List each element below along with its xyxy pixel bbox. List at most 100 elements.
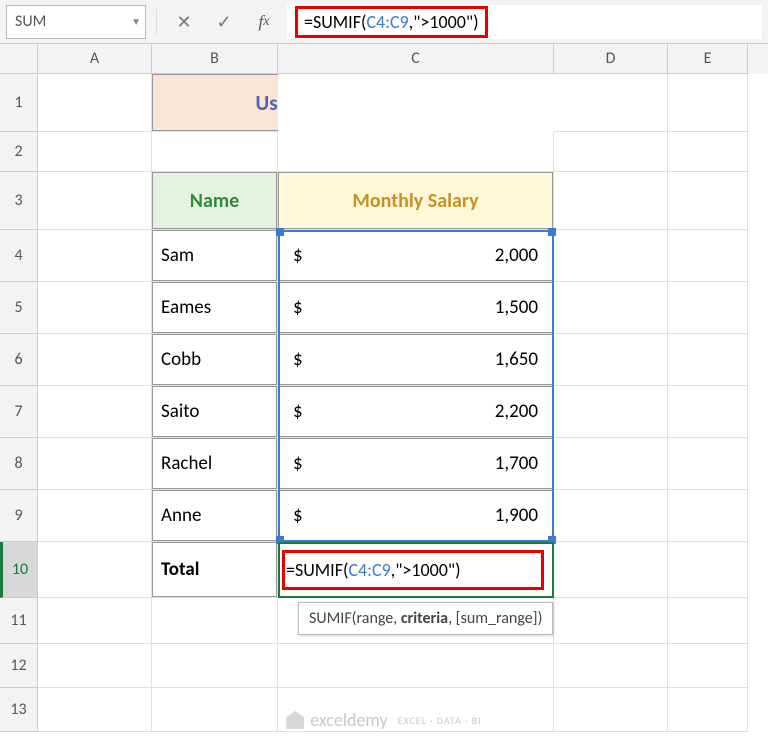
cell-E6[interactable] xyxy=(668,334,748,386)
cell-C9[interactable]: $1,900 xyxy=(278,490,554,542)
cell-C2[interactable] xyxy=(278,132,554,172)
cell-A8[interactable] xyxy=(38,438,152,490)
name-cell: Anne xyxy=(152,490,277,541)
salary-cell: $1,500 xyxy=(278,282,553,333)
active-cell-editor[interactable]: =SUMIF(C4:C9,">1000") xyxy=(278,542,554,598)
cell-B6[interactable]: Cobb xyxy=(152,334,278,386)
cell-A1[interactable] xyxy=(38,74,152,132)
cell-B4[interactable]: Sam xyxy=(152,230,278,282)
cell-C4[interactable]: $2,000 xyxy=(278,230,554,282)
cell-B7[interactable]: Saito xyxy=(152,386,278,438)
cell-A5[interactable] xyxy=(38,282,152,334)
row-header-10[interactable]: 10 xyxy=(0,542,38,598)
cell-E10[interactable] xyxy=(668,542,748,598)
cell-D4[interactable] xyxy=(554,230,668,282)
chevron-down-icon[interactable]: ▼ xyxy=(131,15,141,28)
cell-A7[interactable] xyxy=(38,386,152,438)
cell-B9[interactable]: Anne xyxy=(152,490,278,542)
cell-C5[interactable]: $1,500 xyxy=(278,282,554,334)
formula-bar: SUM ▼ ✕ ✓ fx =SUMIF(C4:C9,">1000") xyxy=(0,0,768,44)
cell-C3[interactable]: Monthly Salary xyxy=(278,172,554,230)
cell-A4[interactable] xyxy=(38,230,152,282)
cell-B8[interactable]: Rachel xyxy=(152,438,278,490)
cell-B3[interactable]: Name xyxy=(152,172,278,230)
name-cell: Saito xyxy=(152,386,277,437)
cell-A11[interactable] xyxy=(38,598,152,644)
cell-D8[interactable] xyxy=(554,438,668,490)
cell-D12[interactable] xyxy=(554,644,668,688)
cell-C12[interactable] xyxy=(278,644,554,688)
header-salary: Monthly Salary xyxy=(278,172,553,229)
cell-A10[interactable] xyxy=(38,542,152,598)
cell-B11[interactable] xyxy=(152,598,278,644)
cell-E2[interactable] xyxy=(668,132,748,172)
salary-cell: $2,200 xyxy=(278,386,553,437)
row-header-1[interactable]: 1 xyxy=(0,74,38,132)
col-header-B[interactable]: B xyxy=(152,44,278,74)
cell-C6[interactable]: $1,650 xyxy=(278,334,554,386)
cell-B5[interactable]: Eames xyxy=(152,282,278,334)
fx-icon[interactable]: fx xyxy=(247,7,281,37)
cell-B10[interactable]: Total xyxy=(152,542,278,598)
cell-B12[interactable] xyxy=(152,644,278,688)
cell-D3[interactable] xyxy=(554,172,668,230)
cell-D10[interactable] xyxy=(554,542,668,598)
cell-A6[interactable] xyxy=(38,334,152,386)
cell-E12[interactable] xyxy=(668,644,748,688)
logo-icon xyxy=(286,711,304,729)
row-header-5[interactable]: 5 xyxy=(0,282,38,334)
formula-text: =SUMIF(C4:C9,">1000") xyxy=(295,6,488,38)
cell-E11[interactable] xyxy=(668,598,748,644)
cell-D7[interactable] xyxy=(554,386,668,438)
formula-input[interactable]: =SUMIF(C4:C9,">1000") xyxy=(287,5,762,39)
cell-B1[interactable]: Use of SUMIF function xyxy=(152,74,278,132)
salary-cell: $1,900 xyxy=(278,490,553,541)
cell-E1[interactable] xyxy=(668,74,748,132)
cell-E9[interactable] xyxy=(668,490,748,542)
salary-cell: $1,700 xyxy=(278,438,553,489)
name-box-value: SUM xyxy=(15,12,46,31)
row-header-2[interactable]: 2 xyxy=(0,132,38,172)
cell-D5[interactable] xyxy=(554,282,668,334)
cell-A3[interactable] xyxy=(38,172,152,230)
col-header-D[interactable]: D xyxy=(554,44,668,74)
cell-A2[interactable] xyxy=(38,132,152,172)
cell-E5[interactable] xyxy=(668,282,748,334)
row-header-3[interactable]: 3 xyxy=(0,172,38,230)
cell-D11[interactable] xyxy=(554,598,668,644)
salary-cell: $2,000 xyxy=(278,230,553,281)
cell-D9[interactable] xyxy=(554,490,668,542)
salary-cell: $1,650 xyxy=(278,334,553,385)
cancel-icon[interactable]: ✕ xyxy=(167,7,201,37)
cell-E4[interactable] xyxy=(668,230,748,282)
cell-B2[interactable] xyxy=(152,132,278,172)
cell-E7[interactable] xyxy=(668,386,748,438)
row-header-11[interactable]: 11 xyxy=(0,598,38,644)
row-header-6[interactable]: 6 xyxy=(0,334,38,386)
cell-A9[interactable] xyxy=(38,490,152,542)
name-box[interactable]: SUM ▼ xyxy=(6,5,146,39)
row-header-4[interactable]: 4 xyxy=(0,230,38,282)
col-header-A[interactable]: A xyxy=(38,44,152,74)
cell-C7[interactable]: $2,200 xyxy=(278,386,554,438)
name-cell: Cobb xyxy=(152,334,277,385)
row-header-8[interactable]: 8 xyxy=(0,438,38,490)
cell-E3[interactable] xyxy=(668,172,748,230)
row-header-9[interactable]: 9 xyxy=(0,490,38,542)
cell-C8[interactable]: $1,700 xyxy=(278,438,554,490)
cell-C1[interactable] xyxy=(278,74,554,132)
cell-D1[interactable] xyxy=(554,74,668,132)
cell-D2[interactable] xyxy=(554,132,668,172)
select-all-corner[interactable] xyxy=(0,44,38,74)
cell-E8[interactable] xyxy=(668,438,748,490)
col-header-C[interactable]: C xyxy=(278,44,554,74)
cell-D6[interactable] xyxy=(554,334,668,386)
confirm-icon[interactable]: ✓ xyxy=(207,7,241,37)
row-header-12[interactable]: 12 xyxy=(0,644,38,688)
cell-A12[interactable] xyxy=(38,644,152,688)
column-headers: A B C D E xyxy=(0,44,768,74)
name-cell: Sam xyxy=(152,230,277,281)
header-name: Name xyxy=(152,172,277,229)
row-header-7[interactable]: 7 xyxy=(0,386,38,438)
col-header-E[interactable]: E xyxy=(668,44,748,74)
